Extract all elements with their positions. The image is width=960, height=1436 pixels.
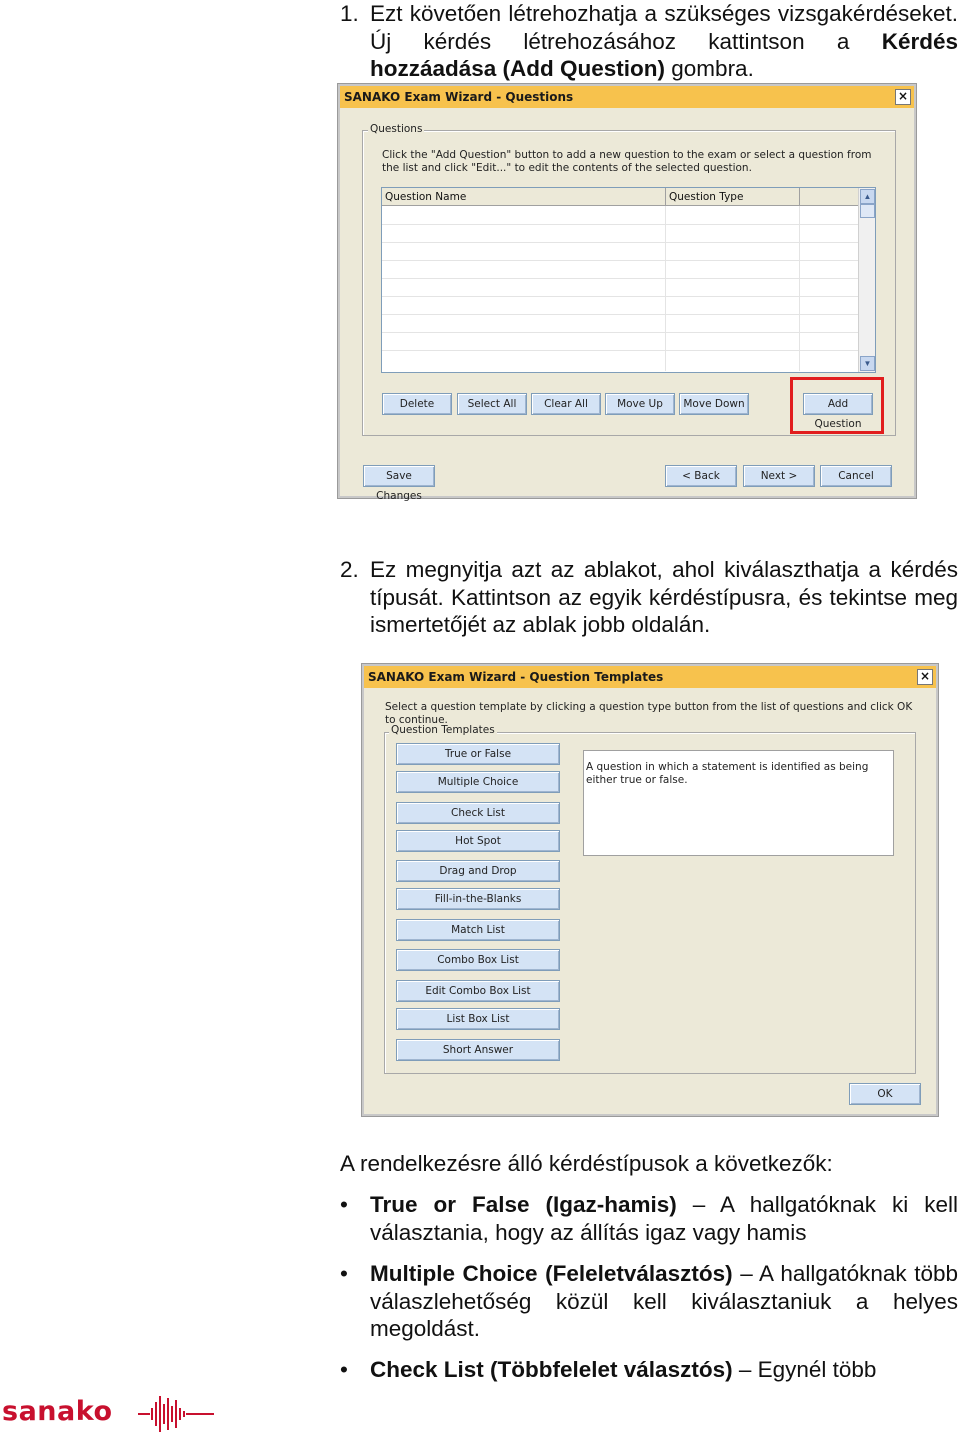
scroll-down-icon[interactable]: ▼ bbox=[860, 356, 875, 371]
template-button-fill-in-the-blanks[interactable]: Fill-in-the-Blanks bbox=[396, 888, 560, 910]
ok-button[interactable]: OK bbox=[849, 1083, 921, 1105]
step-number: 2. bbox=[340, 557, 359, 582]
bullet-desc: – Egynél több bbox=[732, 1357, 877, 1382]
delete-button[interactable]: Delete bbox=[382, 393, 452, 415]
clear-all-button[interactable]: Clear All bbox=[531, 393, 601, 415]
group-label: Questions bbox=[368, 123, 425, 135]
move-up-button[interactable]: Move Up bbox=[605, 393, 675, 415]
row-line bbox=[382, 314, 859, 315]
scrollbar[interactable]: ▲ ▼ bbox=[858, 188, 875, 372]
template-button-short-answer[interactable]: Short Answer bbox=[396, 1039, 560, 1061]
row-line bbox=[382, 332, 859, 333]
scroll-thumb[interactable] bbox=[860, 204, 875, 218]
step-text-end: gombra. bbox=[665, 56, 754, 81]
template-button-true-or-false[interactable]: True or False bbox=[396, 743, 560, 765]
window-title: SANAKO Exam Wizard - Questions bbox=[340, 86, 914, 108]
bullet-dot: • bbox=[340, 1357, 348, 1382]
bullet-item: • True or False (Igaz-hamis) – A hallgat… bbox=[340, 1191, 958, 1246]
close-icon[interactable]: × bbox=[895, 89, 911, 105]
bullet-dot: • bbox=[340, 1192, 348, 1217]
window-title: SANAKO Exam Wizard - Question Templates bbox=[364, 666, 936, 688]
questions-list[interactable]: Question Name Question Type ▲ ▼ bbox=[381, 187, 876, 373]
select-all-button[interactable]: Select All bbox=[457, 393, 527, 415]
bullet-term: True or False (Igaz-hamis) bbox=[370, 1192, 677, 1217]
next-button[interactable]: Next > bbox=[743, 465, 815, 487]
sanako-logo: sanako bbox=[2, 1394, 217, 1434]
logo-text: sanako bbox=[2, 1396, 113, 1427]
template-button-check-list[interactable]: Check List bbox=[396, 802, 560, 824]
column-header-type[interactable]: Question Type bbox=[666, 188, 800, 206]
instruction-text: Click the "Add Question" button to add a… bbox=[382, 149, 872, 174]
step-1: 1. Ezt követően létrehozhatja a szüksége… bbox=[340, 0, 958, 83]
description-box: A question in which a statement is ident… bbox=[583, 750, 894, 856]
bullet-term: Check List (Többfelelet választós) bbox=[370, 1357, 733, 1382]
cancel-button[interactable]: Cancel bbox=[820, 465, 892, 487]
highlight-box bbox=[790, 377, 884, 434]
question-templates-window: SANAKO Exam Wizard - Question Templates … bbox=[362, 664, 938, 1116]
step-number: 1. bbox=[340, 1, 359, 26]
save-changes-button[interactable]: Save Changes bbox=[363, 465, 435, 502]
row-line bbox=[382, 350, 859, 351]
back-button[interactable]: < Back bbox=[665, 465, 737, 487]
template-button-edit-combo-box-list[interactable]: Edit Combo Box List bbox=[396, 980, 560, 1002]
row-line bbox=[382, 260, 859, 261]
template-button-drag-and-drop[interactable]: Drag and Drop bbox=[396, 860, 560, 882]
types-intro: A rendelkezésre álló kérdéstípusok a köv… bbox=[340, 1151, 833, 1176]
step-text: Ezt követően létrehozhatja a szükséges v… bbox=[370, 1, 958, 54]
column-divider bbox=[665, 206, 666, 371]
close-icon[interactable]: × bbox=[917, 669, 933, 685]
questions-window: SANAKO Exam Wizard - Questions × Questio… bbox=[338, 84, 916, 502]
scroll-up-icon[interactable]: ▲ bbox=[860, 189, 875, 204]
template-button-match-list[interactable]: Match List bbox=[396, 919, 560, 941]
step-text: Ez megnyitja azt az ablakot, ahol kivála… bbox=[370, 557, 958, 637]
bullet-term: Multiple Choice (Feleletválasztós) bbox=[370, 1261, 733, 1286]
group-label: Question Templates bbox=[389, 724, 497, 736]
row-line bbox=[382, 242, 859, 243]
template-button-multiple-choice[interactable]: Multiple Choice bbox=[396, 771, 560, 793]
template-button-combo-box-list[interactable]: Combo Box List bbox=[396, 949, 560, 971]
column-header-name[interactable]: Question Name bbox=[382, 188, 666, 206]
row-line bbox=[382, 224, 859, 225]
sound-wave-icon bbox=[138, 1396, 214, 1432]
bullet-item: • Multiple Choice (Feleletválasztós) – A… bbox=[340, 1260, 958, 1343]
description-text: A question in which a statement is ident… bbox=[586, 761, 869, 786]
bullet-dot: • bbox=[340, 1261, 348, 1286]
row-line bbox=[382, 296, 859, 297]
column-header-blank bbox=[800, 188, 859, 206]
move-down-button[interactable]: Move Down bbox=[679, 393, 749, 415]
row-line bbox=[382, 278, 859, 279]
column-divider bbox=[799, 206, 800, 371]
template-button-hot-spot[interactable]: Hot Spot bbox=[396, 830, 560, 852]
template-button-list-box-list[interactable]: List Box List bbox=[396, 1008, 560, 1030]
step-2: 2. Ez megnyitja azt az ablakot, ahol kiv… bbox=[340, 556, 958, 639]
bullet-item: • Check List (Többfelelet választós) – E… bbox=[340, 1356, 958, 1384]
